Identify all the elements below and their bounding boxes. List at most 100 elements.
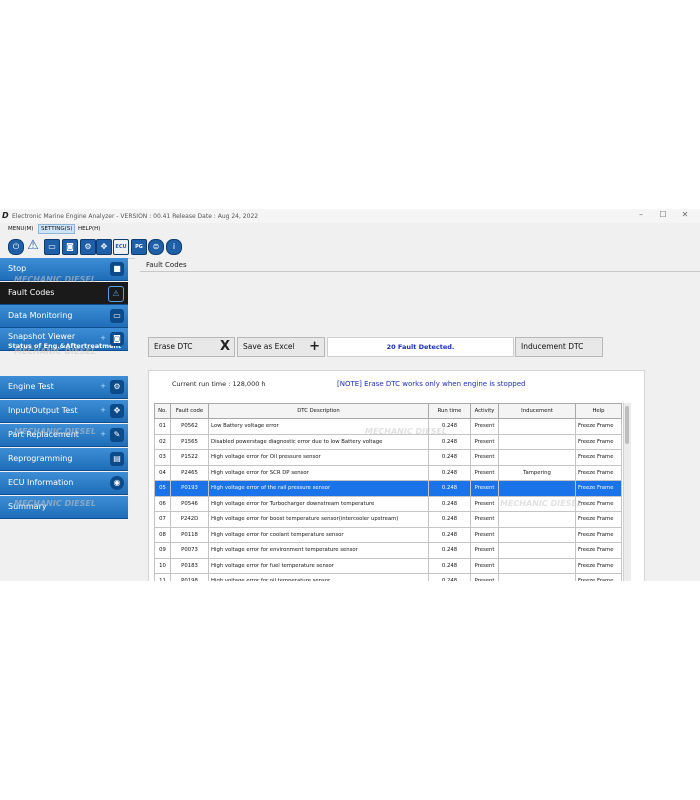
column-header-help[interactable]: Help [575,403,622,419]
row-no: 11 [154,573,171,581]
freeze-frame-link[interactable]: Freeze Frame [575,495,622,512]
run-time: 0.248 [428,511,471,528]
table-row[interactable]: 02 P1565 Disabled powerstage diagnostic er… [154,433,622,450]
fault-code: P0193 [170,480,209,497]
table-row[interactable]: 05 P0193 High voltage error of the rail pr… [154,480,622,497]
sync-icon[interactable]: ⊜ [148,239,164,255]
vertical-scrollbar[interactable] [623,403,631,581]
freeze-frame-link[interactable]: Freeze Frame [575,480,622,497]
sidebar-item-label: Stop [8,264,27,273]
fault-code: P2465 [170,464,209,481]
menu-item-setting[interactable]: SETTING(S) [38,224,76,234]
freeze-frame-link[interactable]: Freeze Frame [575,542,622,559]
io-icon[interactable]: ✥ [96,239,112,255]
sidebar-item-label: Input/Output Test [8,406,78,415]
fault-code: P0562 [170,418,209,435]
menu-bar: MENU(M) SETTING(S) HELP(H) [0,223,700,235]
maximize-button[interactable]: ☐ [656,210,670,219]
activity: Present [470,480,499,497]
wrench-icon: ✎ [110,428,124,442]
minimize-button[interactable]: – [634,210,648,219]
table-row[interactable]: 07 P242D High voltage error for boost temp… [154,511,622,528]
row-no: 06 [154,495,171,512]
freeze-frame-link[interactable]: Freeze Frame [575,418,622,435]
scrollbar-thumb[interactable] [625,406,629,444]
camera-icon[interactable]: ◙ [62,239,78,255]
activity: Present [470,511,499,528]
sidebar-item-data-monitoring[interactable]: Data Monitoring ▭ [0,305,128,328]
ecu-icon: ◉ [110,476,124,490]
fault-code: P1565 [170,433,209,450]
table-row[interactable]: 04 P2465 High voltage error for SCR DP sen… [154,464,622,481]
warning-icon[interactable]: ⚠ [26,239,40,253]
column-header-activity[interactable]: Activity [470,403,499,419]
warning-icon: ⚠ [108,286,124,302]
dtc-description: High voltage error for environment tempe… [208,542,429,559]
freeze-frame-link[interactable]: Freeze Frame [575,557,622,574]
fault-code: P0546 [170,495,209,512]
monitor-icon: ▭ [110,309,124,323]
run-time: 0.248 [428,464,471,481]
monitor-icon[interactable]: ▭ [44,239,60,255]
activity: Present [470,557,499,574]
freeze-frame-link[interactable]: Freeze Frame [575,526,622,543]
fault-code: P0198 [170,573,209,581]
gauge-icon[interactable]: ⚙ [80,239,96,255]
app-window: D Electronic Marine Engine Analyzer - VE… [0,209,700,581]
sidebar-item-fault-codes[interactable]: Fault Codes ⚠ [0,282,128,305]
pg-icon: ▤ [110,452,124,466]
table-row[interactable]: 11P0198High voltage error for oil temper… [154,573,622,581]
info-icon[interactable]: i [166,239,182,255]
table-row[interactable]: 09 P0073 High voltage error for environmen… [154,542,622,559]
expand-icon: + [100,406,106,414]
column-header-inducement[interactable]: Inducement [498,403,576,419]
sidebar-item-ecu-information[interactable]: ECU Information ◉ [0,472,128,495]
activity: Present [470,464,499,481]
inducement: Tampering [498,464,576,481]
plus-icon: + [309,339,320,354]
dtc-description: High voltage error for boost temperature… [208,511,429,528]
save-as-excel-button[interactable]: Save as Excel + [237,337,325,357]
main-panel: Fault Codes Erase DTC X Save as Excel + … [135,258,700,581]
menu-item-menu[interactable]: MENU(M) [6,225,35,233]
menu-item-help[interactable]: HELP(H) [76,225,102,233]
sidebar-item-reprogramming[interactable]: Reprogramming ▤ [0,448,128,471]
inducement [498,511,576,528]
close-button[interactable]: ✕ [678,210,692,219]
column-header-description[interactable]: DTC Description [208,403,429,419]
activity: Present [470,542,499,559]
fault-code-content: Current run time : 128,000 h [NOTE] Eras… [148,370,645,581]
sidebar-item-engine-test[interactable]: Engine Test + ⚙ [0,376,128,399]
watermark-logo: MECHANIC DIESEL [365,427,447,436]
pg-icon[interactable]: PG [131,239,147,255]
run-time: 0.248 [428,573,471,581]
inducement [498,573,576,581]
run-time: 0.248 [428,495,471,512]
column-header-run-time[interactable]: Run time [428,403,471,419]
freeze-frame-link[interactable]: Freeze Frame [575,449,622,466]
sidebar: Stop ■ Fault Codes ⚠ Data Monitoring ▭ S… [0,258,128,581]
activity: Present [470,573,499,581]
freeze-frame-link[interactable]: Freeze Frame [575,464,622,481]
freeze-frame-link[interactable]: Freeze Frame [575,511,622,528]
table-row[interactable]: 08 P0118 High voltage error for coolant te… [154,526,622,543]
table-header-row: No. Fault code DTC Description Run time … [154,403,622,419]
freeze-frame-link[interactable]: Freeze Frame [575,433,622,450]
table-row[interactable]: 03 P1522 High voltage error for Oil pressu… [154,449,622,466]
erase-dtc-button[interactable]: Erase DTC X [148,337,235,357]
row-no: 05 [154,480,171,497]
dtc-description: High voltage error for oil temperature s… [208,573,429,581]
power-icon[interactable]: ⏻ [8,239,24,255]
run-time: 0.248 [428,449,471,466]
inducement-dtc-button[interactable]: Inducement DTC [515,337,603,357]
freeze-frame-link[interactable]: Freeze Frame [575,573,622,581]
inducement [498,480,576,497]
inducement [498,433,576,450]
expand-icon: + [100,334,106,342]
column-header-no[interactable]: No. [154,403,171,419]
table-row[interactable]: 10 P0183 High voltage error for fuel tempe… [154,557,622,574]
ecu-icon[interactable]: ECU [113,239,129,255]
sidebar-item-input-output-test[interactable]: Input/Output Test + ✥ [0,400,128,423]
dtc-description: High voltage error for Turbocharger down… [208,495,429,512]
column-header-fault-code[interactable]: Fault code [170,403,209,419]
